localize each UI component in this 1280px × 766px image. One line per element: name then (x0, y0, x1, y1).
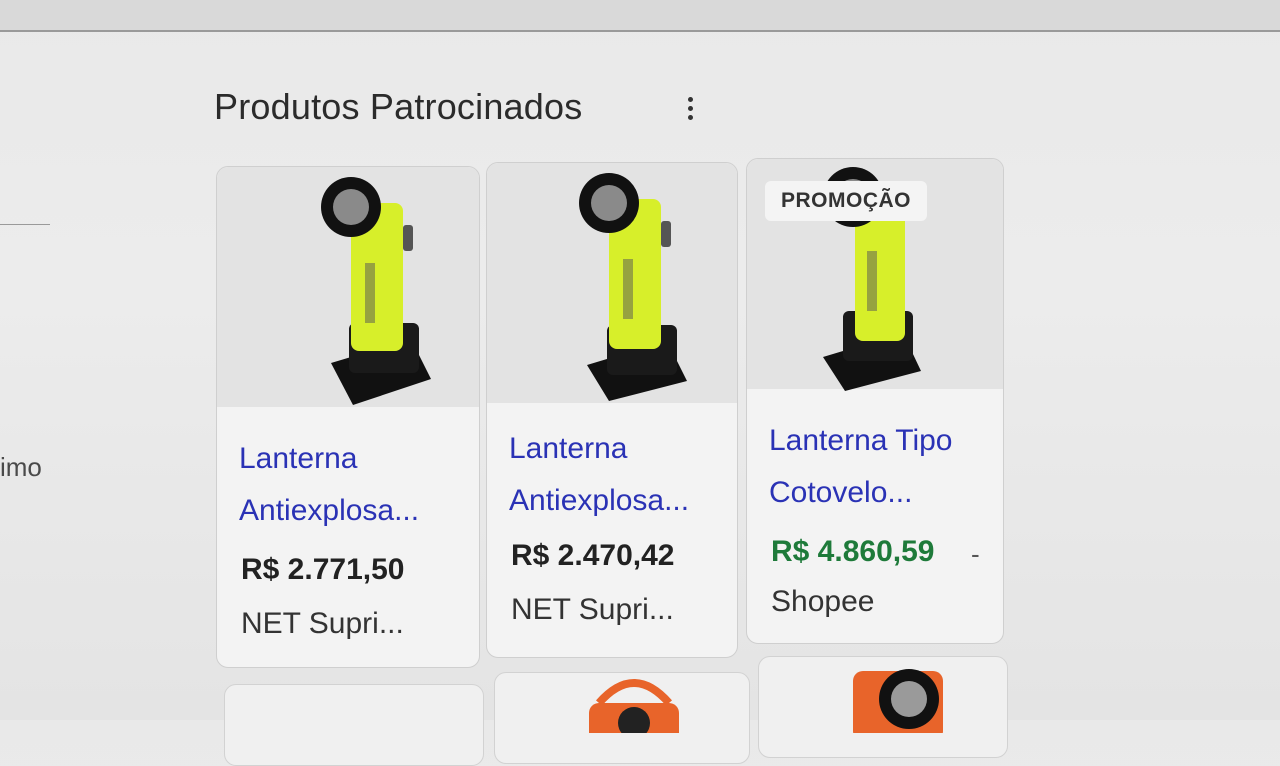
section-title: Produtos Patrocinados (214, 86, 583, 127)
product-card-1[interactable]: Lanterna Antiexplosa... R$ 2.771,50 NET … (216, 166, 480, 668)
product-title-1-line2[interactable]: Antiexplosa... (239, 485, 419, 537)
product-price-2: R$ 2.470,42 (511, 539, 675, 572)
lantern-image (853, 669, 943, 733)
promo-badge: PROMOÇÃO (765, 181, 927, 221)
product-image-2[interactable] (487, 163, 737, 403)
product-title-3[interactable]: Lanterna Tipo (769, 415, 952, 467)
product-card-5[interactable] (494, 672, 750, 764)
product-title-2[interactable]: Lanterna (509, 423, 627, 475)
browser-top-bar (0, 0, 1280, 32)
product-card-3[interactable]: PROMOÇÃO Lanterna Tipo Cotovelo... R$ 4.… (746, 158, 1004, 644)
product-title-2-line2[interactable]: Antiexplosa... (509, 475, 689, 527)
product-price-3: R$ 4.860,59 (771, 535, 935, 568)
product-price-1: R$ 2.771,50 (241, 553, 405, 586)
product-title-1[interactable]: Lanterna (239, 433, 357, 485)
product-seller-3: Shopee (771, 585, 875, 618)
product-card-4[interactable] (224, 684, 484, 766)
product-card-6[interactable] (758, 656, 1008, 758)
left-divider (0, 224, 50, 225)
more-options-icon[interactable] (680, 90, 700, 126)
flashlight-image (579, 173, 687, 401)
price-separator: - (971, 539, 980, 569)
product-seller-1: NET Supri... (241, 607, 404, 640)
product-image-1[interactable] (217, 167, 479, 407)
product-seller-2: NET Supri... (511, 593, 674, 626)
product-card-2[interactable]: Lanterna Antiexplosa... R$ 2.470,42 NET … (486, 162, 738, 658)
product-title-3-line2[interactable]: Cotovelo... (769, 467, 912, 519)
left-partial-text: imo (0, 452, 42, 482)
flashlight-image (321, 177, 431, 405)
lantern-image (589, 679, 679, 733)
